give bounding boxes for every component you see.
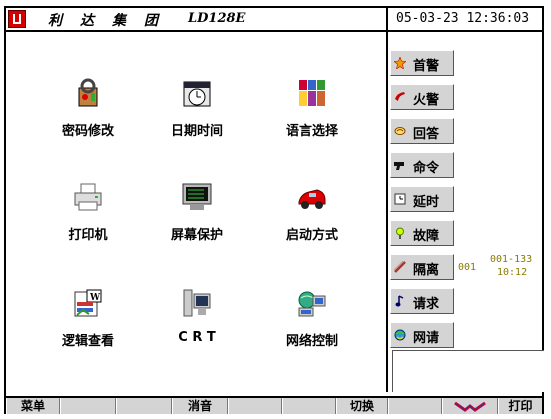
clock-icon [182, 78, 212, 108]
request-icon [395, 295, 404, 307]
print-button[interactable]: 打印 [498, 398, 542, 414]
app-label: 语言选择 [285, 124, 338, 139]
first-alarm-button[interactable]: 首警 [390, 50, 454, 76]
date-time: 05-03-23 12:36:03 [396, 11, 530, 26]
app-screensaver[interactable]: 屏幕保护 [147, 182, 247, 243]
logic-icon: W [73, 288, 103, 318]
status-indicator [442, 398, 498, 414]
network-request-button[interactable]: 网请 [390, 322, 454, 348]
isolate-range: 001-133 [490, 254, 533, 265]
app-password[interactable]: 密码修改 [38, 78, 138, 139]
network-icon [297, 288, 327, 318]
toolbar-slot [388, 398, 442, 414]
company-logo-icon [8, 10, 26, 28]
monitor-icon [182, 182, 212, 212]
car-icon [297, 182, 327, 212]
toolbar-slot [60, 398, 116, 414]
delay-button[interactable]: 延时 [390, 186, 454, 212]
title-bar: 利达集团 LD128E 05-03-23 12:36:03 [6, 8, 542, 32]
network-request-icon [394, 329, 406, 341]
reply-button[interactable]: 回答 [390, 118, 454, 144]
app-printer[interactable]: 打印机 [38, 182, 138, 243]
switch-button[interactable]: 切换 [336, 398, 388, 414]
fire-phone-icon [395, 92, 405, 101]
app-network[interactable]: 网络控制 [262, 288, 362, 349]
mute-button[interactable]: 消音 [172, 398, 228, 414]
app-label: 逻辑查看 [61, 334, 114, 349]
computer-icon [182, 288, 212, 318]
reply-icon [394, 127, 406, 135]
fire-alarm-button[interactable]: 火警 [390, 84, 454, 110]
app-language[interactable]: 语言选择 [262, 78, 362, 139]
toolbar-slot [282, 398, 336, 414]
language-icon [297, 78, 327, 108]
app-grid: 密码修改 日期时间 语言选择 打印机 屏幕保护 启动方式 W 逻辑查看 C R … [6, 32, 386, 392]
app-label: 网络控制 [285, 334, 338, 349]
isolate-button[interactable]: 隔离 [390, 254, 454, 280]
app-label: 打印机 [68, 228, 108, 243]
star-icon [394, 57, 406, 69]
toolbar-slot [228, 398, 282, 414]
app-label: 屏幕保护 [170, 228, 223, 243]
app-label: C R T [178, 330, 216, 345]
main-window: 利达集团 LD128E 05-03-23 12:36:03 密码修改 日期时间 … [4, 6, 544, 414]
request-button[interactable]: 请求 [390, 288, 454, 314]
company-name: 利达集团 [48, 13, 176, 29]
isolate-count: 001 [458, 262, 477, 273]
panel-divider [386, 30, 388, 392]
app-startup[interactable]: 启动方式 [262, 182, 362, 243]
isolate-icon [394, 261, 406, 273]
bottom-toolbar: 菜单 消音 切换 打印 [6, 396, 542, 414]
app-datetime[interactable]: 日期时间 [147, 78, 247, 139]
status-wave-icon [454, 401, 486, 412]
app-crt[interactable]: C R T [147, 288, 247, 345]
menu-button[interactable]: 菜单 [6, 398, 60, 414]
app-label: 启动方式 [285, 228, 338, 243]
printer-icon [73, 182, 103, 212]
message-box [392, 350, 544, 392]
command-icon [394, 162, 404, 170]
delay-icon [394, 193, 406, 205]
app-label: 日期时间 [170, 124, 223, 139]
app-logic-view[interactable]: W 逻辑查看 [38, 288, 138, 349]
command-button[interactable]: 命令 [390, 152, 454, 178]
app-label: 密码修改 [61, 124, 114, 139]
toolbar-slot [116, 398, 172, 414]
svg-text:W: W [89, 293, 101, 303]
model-name: LD128E [188, 11, 246, 26]
fault-icon [396, 227, 404, 239]
isolate-time: 10:12 [497, 267, 528, 278]
title-divider [386, 8, 388, 30]
fault-button[interactable]: 故障 [390, 220, 454, 246]
password-icon [73, 78, 103, 108]
